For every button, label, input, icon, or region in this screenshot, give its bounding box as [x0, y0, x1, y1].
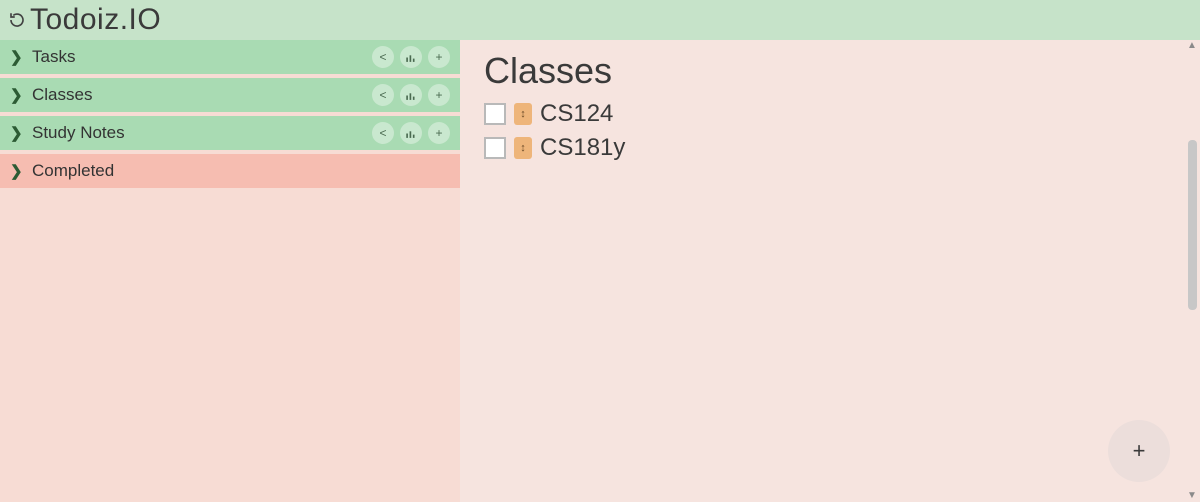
chevron-right-icon: ❯ [10, 48, 22, 66]
sidebar-item-label: Study Notes [32, 123, 372, 143]
chart-icon[interactable] [400, 46, 422, 68]
app-title: Todoiz.IO [30, 3, 161, 37]
add-icon[interactable]: + [428, 46, 450, 68]
chart-icon[interactable] [400, 84, 422, 106]
drag-handle-icon[interactable]: ↕ [514, 103, 532, 125]
share-icon[interactable]: < [372, 46, 394, 68]
page-title: Classes [484, 50, 1176, 92]
sidebar-item-classes[interactable]: ❯ Classes < + [0, 78, 460, 112]
chevron-right-icon: ❯ [10, 162, 22, 180]
list-item[interactable]: ↕ CS124 [484, 100, 1176, 128]
checkbox[interactable] [484, 137, 506, 159]
list-item-label: CS124 [540, 100, 613, 128]
add-icon[interactable]: + [428, 122, 450, 144]
scroll-up-icon[interactable]: ▲ [1186, 40, 1198, 52]
add-icon[interactable]: + [428, 84, 450, 106]
sidebar-item-study-notes[interactable]: ❯ Study Notes < + [0, 116, 460, 150]
share-icon[interactable]: < [372, 122, 394, 144]
scroll-down-icon[interactable]: ▼ [1186, 490, 1198, 502]
sidebar-item-completed[interactable]: ❯ Completed [0, 154, 460, 188]
sidebar-item-tasks[interactable]: ❯ Tasks < + [0, 40, 460, 74]
sidebar-item-label: Classes [32, 85, 372, 105]
list-item-label: CS181y [540, 134, 625, 162]
sidebar-item-label: Completed [32, 161, 450, 181]
share-icon[interactable]: < [372, 84, 394, 106]
app-header: Todoiz.IO [0, 0, 1200, 40]
plus-icon: + [1133, 438, 1146, 464]
chevron-right-icon: ❯ [10, 86, 22, 104]
main-panel: Classes ↕ CS124 ↕ CS181y + [460, 40, 1200, 502]
list-item[interactable]: ↕ CS181y [484, 134, 1176, 162]
sidebar-item-label: Tasks [32, 47, 372, 67]
chevron-right-icon: ❯ [10, 124, 22, 142]
scroll-thumb[interactable] [1188, 140, 1197, 310]
add-button[interactable]: + [1108, 420, 1170, 482]
sidebar: ❯ Tasks < + ❯ Classes < + ❯ St [0, 40, 460, 502]
undo-icon[interactable] [6, 9, 28, 31]
drag-handle-icon[interactable]: ↕ [514, 137, 532, 159]
scrollbar[interactable]: ▲ ▼ [1186, 40, 1198, 502]
chart-icon[interactable] [400, 122, 422, 144]
checkbox[interactable] [484, 103, 506, 125]
